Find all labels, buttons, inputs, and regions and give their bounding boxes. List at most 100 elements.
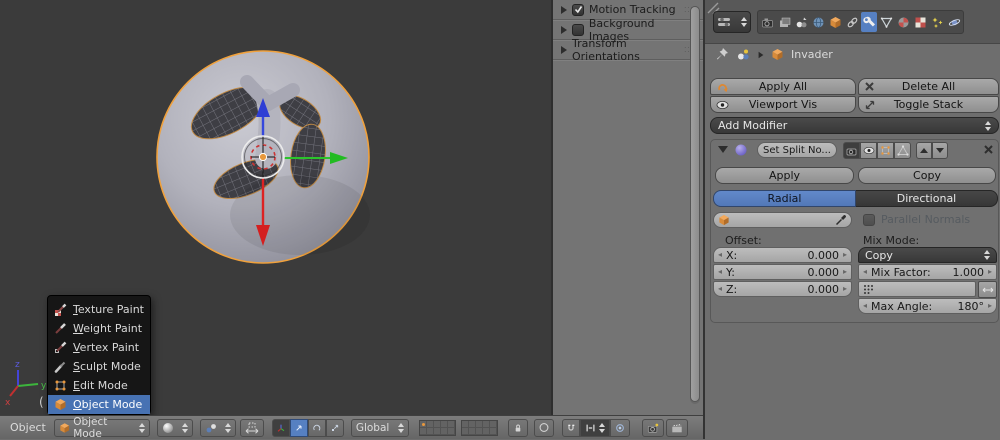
snap-toggle[interactable]	[561, 418, 580, 437]
menu-item-edit-mode[interactable]: Edit Mode	[48, 376, 150, 395]
delete-x-icon	[865, 82, 874, 91]
mesh-data-icon	[880, 17, 892, 28]
tab-physics[interactable]	[946, 12, 962, 32]
target-object-field[interactable]	[713, 212, 852, 228]
modifier-name-field[interactable]: Set Split No...	[757, 142, 837, 158]
tab-world[interactable]	[810, 12, 826, 32]
rotate-arc-icon	[313, 424, 321, 431]
mix-mode-dropdown[interactable]: Copy	[858, 247, 997, 263]
texture-paint-icon	[55, 303, 67, 316]
proportional-edit-dropdown[interactable]	[533, 418, 554, 437]
magnet-icon	[568, 424, 575, 431]
offset-x-field[interactable]: ◂ X: 0.000 ▸	[713, 247, 852, 263]
tab-object[interactable]	[827, 12, 843, 32]
editor-type-selector[interactable]	[713, 11, 751, 33]
tab-particles[interactable]	[929, 12, 945, 32]
mix-factor-field[interactable]: ◂ Mix Factor: 1.000 ▸	[858, 264, 997, 280]
delete-modifier-icon[interactable]	[983, 144, 994, 155]
menu-item-weight-paint[interactable]: Weight Paint	[48, 319, 150, 338]
tab-modifiers-selected[interactable]	[861, 12, 877, 32]
expand-arrow-icon[interactable]	[561, 5, 567, 14]
tab-render-layers[interactable]	[776, 12, 792, 32]
layer-grid-1[interactable]	[418, 419, 456, 436]
properties-editor: Invader Apply All Delete All Viewport Vi…	[703, 0, 1000, 439]
snap-element-dropdown[interactable]	[579, 418, 610, 437]
cage-icon	[896, 145, 909, 156]
manipulate-center-points-toggle[interactable]	[239, 418, 264, 437]
scene-datablock-icon[interactable]	[736, 48, 751, 61]
tab-object-data[interactable]	[878, 12, 894, 32]
invert-vertex-group-button[interactable]	[978, 281, 997, 298]
tab-render[interactable]	[759, 12, 775, 32]
directional-toggle[interactable]: Directional	[856, 190, 998, 207]
viewport-info-text-partial: (	[39, 395, 44, 409]
viewport-vis-button[interactable]: Viewport Vis	[710, 96, 856, 113]
menu-item-sculpt-mode[interactable]: Sculpt Mode	[48, 357, 150, 376]
panel-transform-orientations[interactable]: Transform Orientations ········	[553, 37, 703, 63]
modifier-copy-button[interactable]: Copy	[858, 167, 996, 184]
offset-z-field[interactable]: ◂ Z: 0.000 ▸	[713, 281, 852, 297]
pin-icon[interactable]	[715, 47, 729, 62]
breadcrumb-object-name[interactable]: Invader	[791, 48, 833, 61]
move-down-button[interactable]	[932, 142, 948, 159]
viewport-visibility-toggle[interactable]	[860, 142, 877, 159]
opengl-render-image-button[interactable]	[641, 418, 664, 437]
scrollbar-track[interactable]	[690, 6, 700, 404]
transform-orientation-dropdown[interactable]: Global	[350, 418, 409, 437]
object-datablock-icon[interactable]	[771, 48, 784, 61]
breadcrumb-arrow-icon	[758, 51, 764, 58]
radial-toggle-selected[interactable]: Radial	[713, 190, 856, 207]
delete-all-button[interactable]: Delete All	[858, 78, 999, 95]
menu-item-object-mode[interactable]: Object Mode	[48, 395, 150, 414]
parallel-normals-row[interactable]: Parallel Normals	[863, 213, 970, 226]
scale-manipulator-toggle[interactable]	[325, 418, 344, 437]
scrollbar-thumb[interactable]	[690, 6, 700, 402]
render-icon	[761, 18, 773, 27]
add-modifier-dropdown[interactable]: Add Modifier	[710, 117, 999, 134]
mode-toggle-group: Radial Directional	[713, 190, 998, 207]
object-menu[interactable]: Object	[10, 421, 46, 434]
snap-increment-icon	[586, 424, 595, 431]
toggle-stack-button[interactable]: Toggle Stack	[858, 96, 999, 113]
modifier-apply-button[interactable]: Apply	[715, 167, 854, 184]
max-angle-field[interactable]: ◂ Max Angle: 180° ▸	[858, 298, 997, 314]
eye-icon	[863, 146, 874, 155]
render-visibility-toggle[interactable]	[843, 142, 860, 159]
parallel-normals-checkbox-disabled[interactable]	[863, 213, 875, 226]
opengl-render-animation-button[interactable]	[665, 418, 688, 437]
cage-toggle[interactable]	[894, 142, 911, 159]
lock-to-scene-toggle[interactable]	[507, 418, 528, 437]
pivot-point-dropdown[interactable]	[199, 418, 236, 437]
layer-grid-2[interactable]	[460, 419, 498, 436]
background-images-checkbox-unchecked[interactable]	[572, 23, 584, 36]
motion-tracking-checkbox-checked[interactable]	[572, 3, 584, 16]
viewport-shading-dropdown[interactable]	[156, 418, 193, 437]
edit-vertices-icon	[881, 146, 890, 155]
offset-y-field[interactable]: ◂ Y: 0.000 ▸	[713, 264, 852, 280]
tab-scene[interactable]	[793, 12, 809, 32]
modifier-display-toggles	[843, 142, 911, 159]
apply-all-button[interactable]: Apply All	[710, 78, 856, 95]
eyedropper-icon[interactable]	[835, 214, 847, 226]
move-up-button[interactable]	[916, 142, 932, 159]
camera-icon	[846, 148, 856, 155]
tab-texture[interactable]	[912, 12, 928, 32]
opengl-render-group	[641, 418, 688, 437]
viewport-header: Object Object Mode Global	[0, 415, 703, 440]
snap-target-button[interactable]	[609, 418, 630, 437]
collapse-arrow-icon[interactable]	[718, 146, 728, 153]
tab-material[interactable]	[895, 12, 911, 32]
edit-mode-visibility-toggle[interactable]	[877, 142, 894, 159]
expand-arrow-icon[interactable]	[561, 25, 567, 34]
translate-manipulator-toggle[interactable]	[289, 418, 308, 437]
translate-arrow-icon	[296, 425, 302, 431]
manipulator-enable-toggle[interactable]	[271, 418, 290, 437]
eye-icon	[716, 100, 729, 109]
expand-arrow-icon[interactable]	[561, 45, 567, 54]
vertex-group-field[interactable]	[858, 281, 976, 297]
tab-constraints[interactable]	[844, 12, 860, 32]
menu-item-vertex-paint[interactable]: Vertex Paint	[48, 338, 150, 357]
menu-item-texture-paint[interactable]: Texture Paint	[48, 300, 150, 319]
rotate-manipulator-toggle[interactable]	[307, 418, 326, 437]
mode-selector-dropdown[interactable]: Object Mode	[53, 416, 150, 440]
